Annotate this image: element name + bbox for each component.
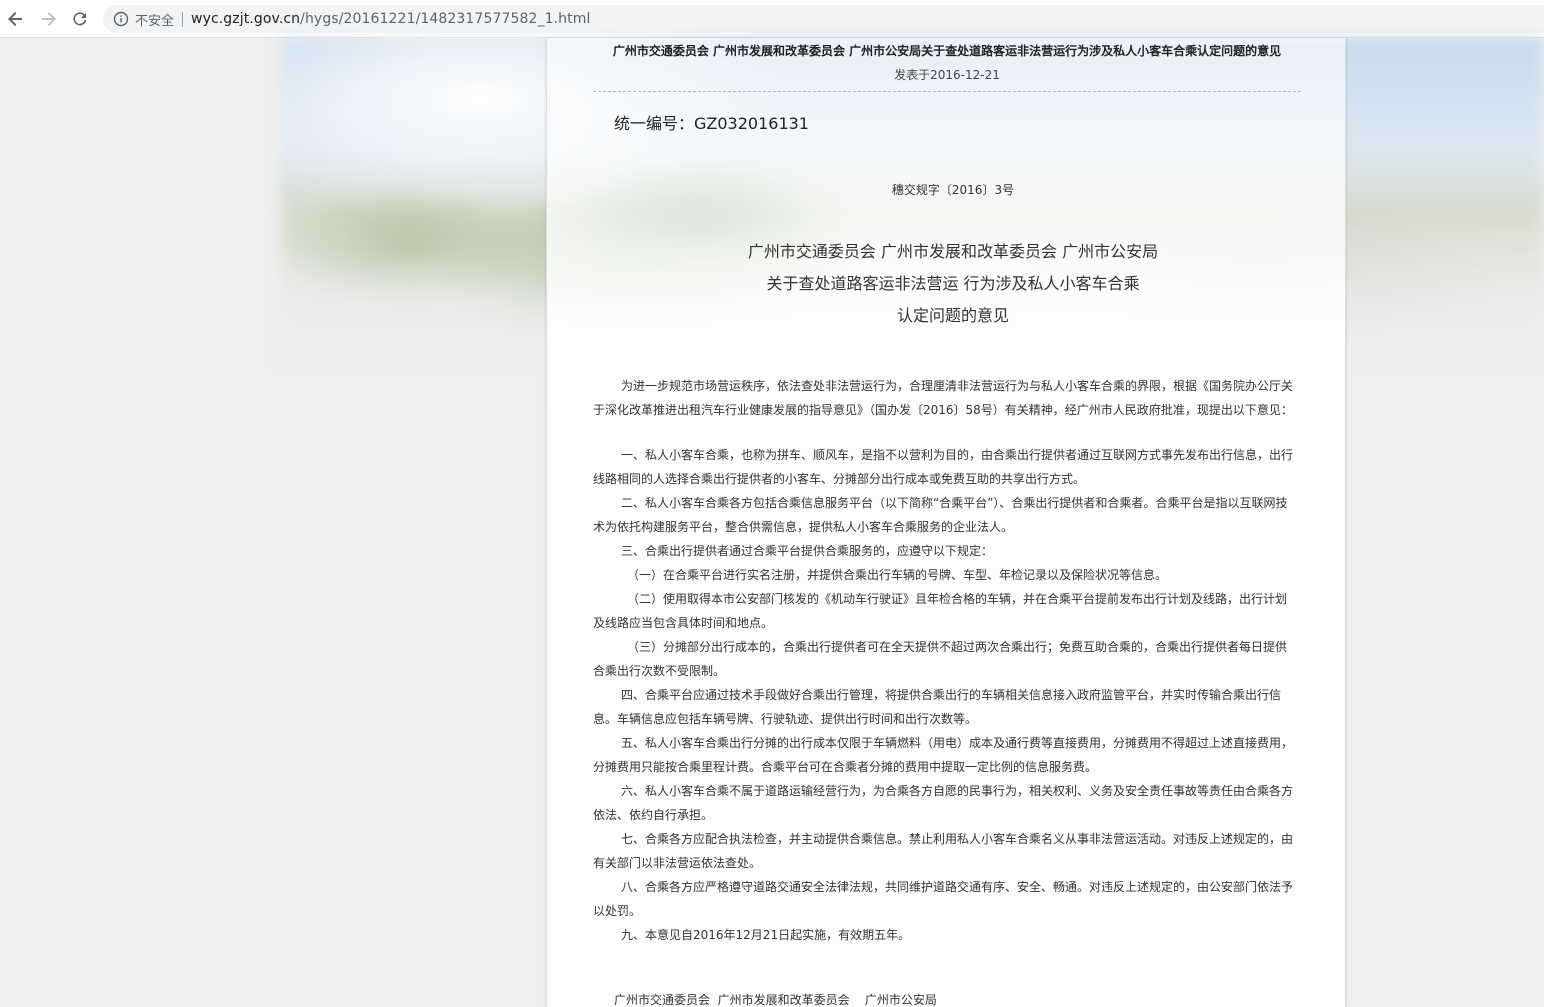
security-label[interactable]: 不安全 [135, 10, 174, 29]
reload-button[interactable] [68, 7, 92, 31]
title-line: 认定问题的意见 [896, 306, 1009, 325]
publish-date: 发表于2016-12-21 [894, 68, 1000, 82]
url-path: /hygs/20161221/1482317577582_1.html [300, 11, 591, 27]
paragraph: 三、合乘出行提供者通过合乘平台提供合乘服务的，应遵守以下规定： [621, 544, 994, 558]
title-line: 关于查处道路客运非法营运 行为涉及私人小客车合乘 [766, 274, 1140, 293]
arrow-left-icon [8, 12, 22, 26]
document-number: 穗交规字〔2016〕3号 [891, 183, 1015, 197]
paragraph: 四、合乘平台应通过技术手段做好合乘出行管理，将提供合乘出行的车辆相关信息接入政府… [593, 688, 1282, 726]
paragraph: 六、私人小客车合乘不属于道路运输经营行为，为合乘各方自愿的民事行为，相关权利、义… [593, 784, 1294, 822]
serial-number: 统一编号：GZ032016131 [614, 114, 809, 133]
paragraph: 二、私人小客车合乘各方包括合乘信息服务平台（以下简称“合乘平台”）、合乘出行提供… [593, 496, 1288, 534]
signature-line: 广州市交通委员会 广州市发展和改革委员会 广州市公安局 [614, 993, 937, 1007]
paragraph: 五、私人小客车合乘出行分摊的出行成本仅限于车辆燃料（用电）成本及通行费等直接费用… [593, 736, 1294, 774]
paragraph: 一、私人小客车合乘，也称为拼车、顺风车，是指不以营利为目的，由合乘出行提供者通过… [593, 448, 1294, 486]
forward-button[interactable] [36, 7, 60, 31]
document-panel: 广州市交通委员会 广州市发展和改革委员会 广州市公安局关于查处道路客运非法营运行… [546, 38, 1346, 1007]
document-title: 广州市交通委员会 广州市发展和改革委员会 广州市公安局 关于查处道路客运非法营运… [547, 236, 1359, 332]
info-icon[interactable] [113, 11, 129, 27]
url-host: wyc.gzjt.gov.cn [191, 11, 301, 27]
paragraph: 七、合乘各方应配合执法检查，并主动提供合乘信息。禁止利用私人小客车合乘名义从事非… [593, 832, 1294, 870]
address-bar[interactable]: 不安全 wyc.gzjt.gov.cn/hygs/20161221/148231… [103, 5, 1544, 33]
back-button[interactable] [4, 7, 28, 31]
paragraph: （三）分摊部分出行成本的，合乘出行提供者可在全天提供不超过两次合乘出行；免费互助… [593, 640, 1288, 678]
paragraph: （二）使用取得本市公安部门核发的《机动车行驶证》且年检合格的车辆，并在合乘平台提… [593, 592, 1288, 630]
reload-icon [73, 12, 87, 26]
document-body: 为进一步规范市场营运秩序，依法查处非法营运行为，合理厘清非法营运行为与私人小客车… [593, 374, 1297, 947]
dashed-divider [593, 91, 1301, 92]
title-line: 广州市交通委员会 广州市发展和改革委员会 广州市公安局 [747, 242, 1159, 261]
paragraph: 为进一步规范市场营运秩序，依法查处非法营运行为，合理厘清非法营运行为与私人小客车… [593, 379, 1294, 417]
divider [182, 11, 184, 27]
browser-toolbar: 不安全 wyc.gzjt.gov.cn/hygs/20161221/148231… [0, 0, 1544, 38]
paragraph: 九、本意见自2016年12月21日起实施，有效期五年。 [621, 928, 911, 942]
paragraph: （一）在合乘平台进行实名注册，并提供合乘出行车辆的号牌、车型、年检记录以及保险状… [627, 568, 1168, 582]
url-text[interactable]: wyc.gzjt.gov.cn/hygs/20161221/1482317577… [191, 11, 590, 27]
arrow-right-icon [42, 12, 56, 26]
article-header-title: 广州市交通委员会 广州市发展和改革委员会 广州市公安局关于查处道路客运非法营运行… [612, 44, 1282, 58]
paragraph: 八、合乘各方应严格遵守道路交通安全法律法规，共同维护道路交通有序、安全、畅通。对… [593, 880, 1294, 918]
